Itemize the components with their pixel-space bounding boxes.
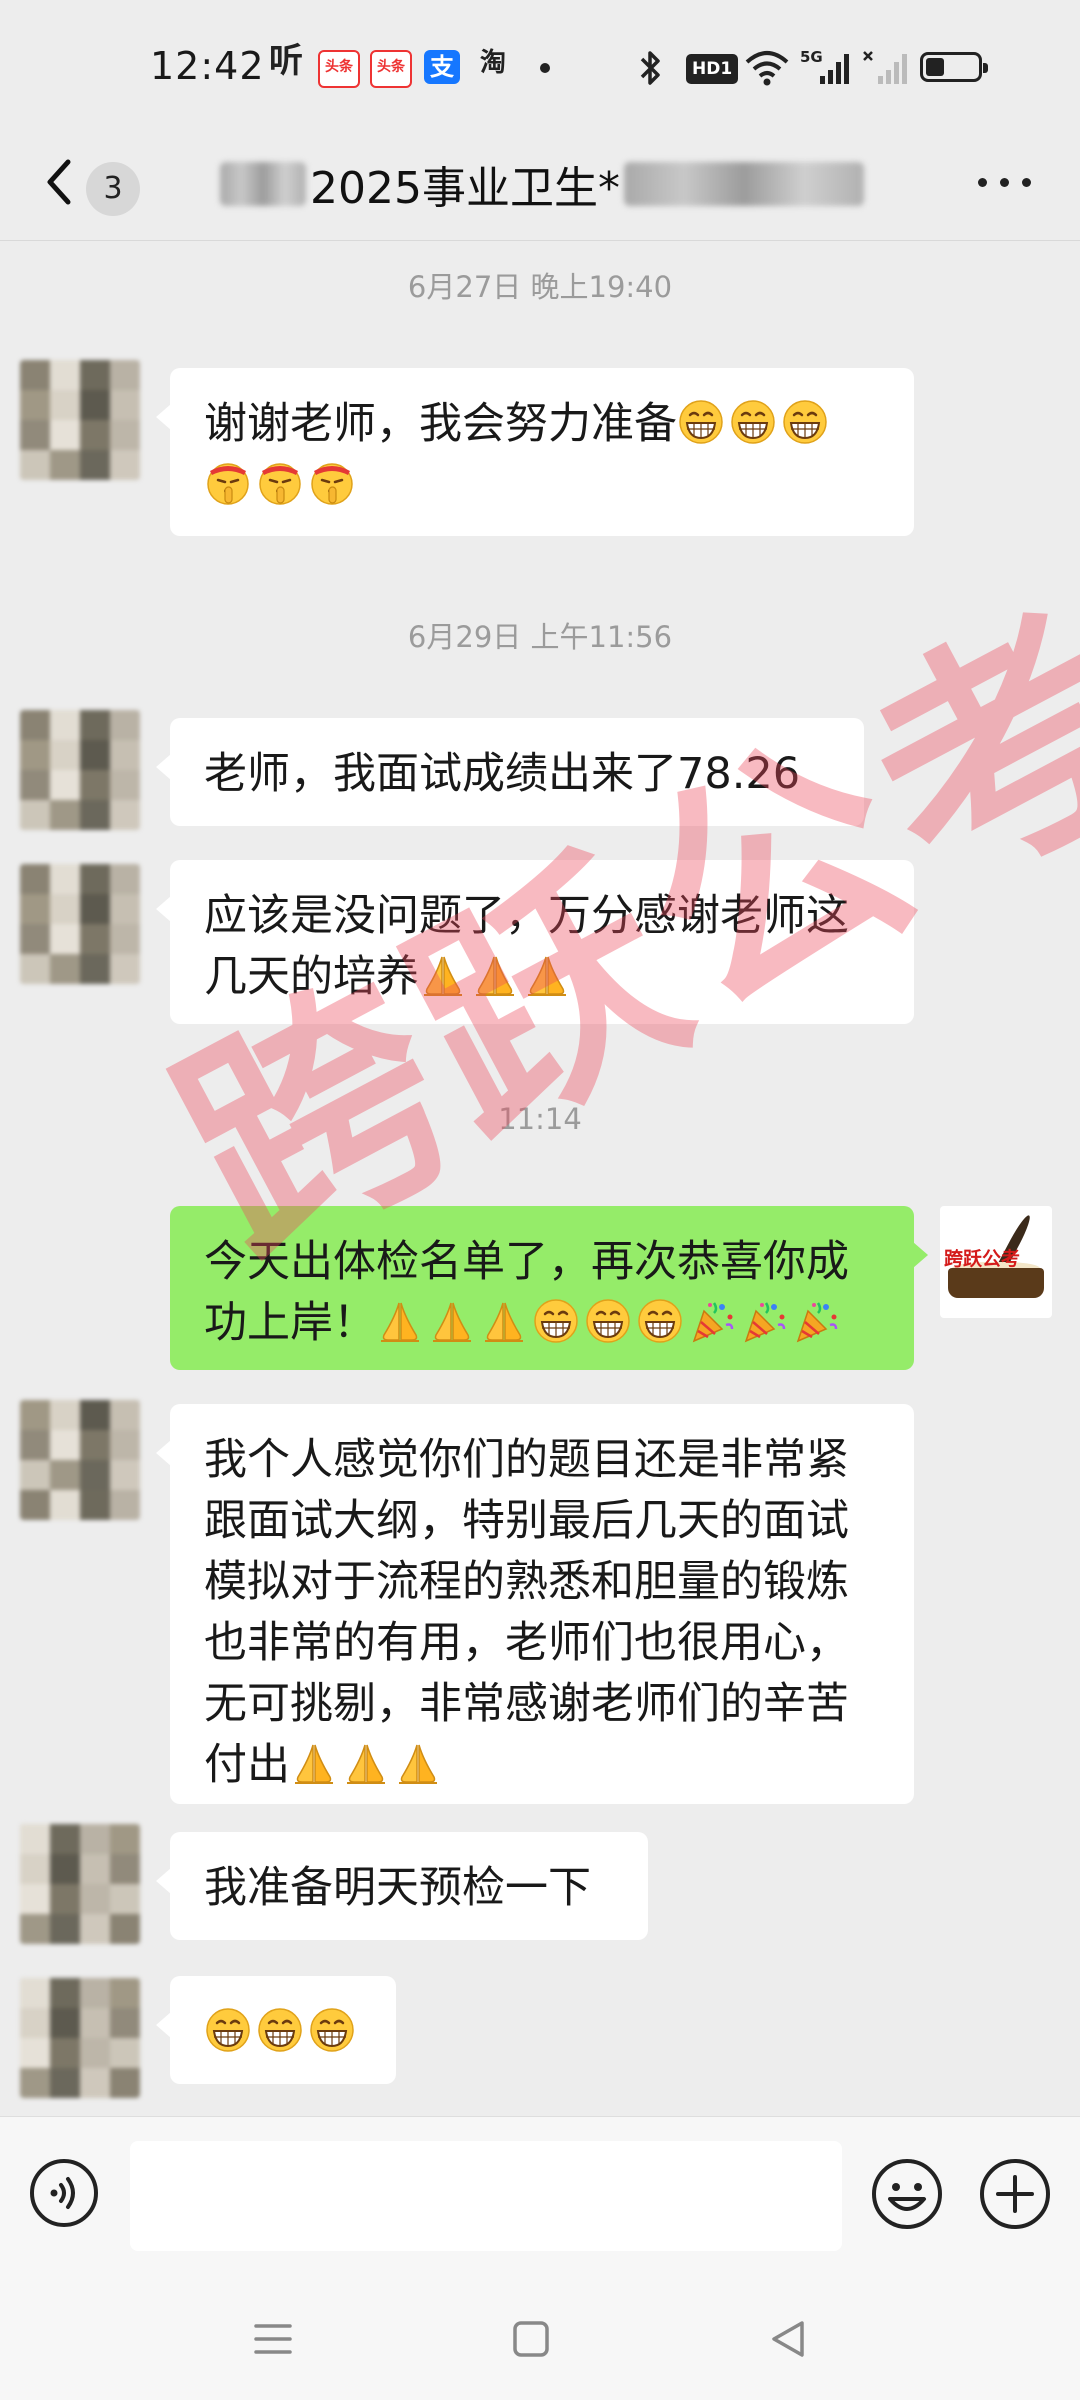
contact-avatar[interactable] (20, 710, 140, 830)
emoji-row (419, 952, 575, 1002)
contact-avatar[interactable] (20, 360, 140, 480)
chat-title: 2025事业卫生* (310, 163, 620, 214)
grin-emoji-icon (204, 2006, 252, 2054)
emoji-row (204, 2007, 360, 2057)
contact-avatar[interactable] (20, 1824, 140, 1944)
app-ting-icon: 听 (269, 41, 303, 81)
pray-emoji-icon (428, 1297, 476, 1345)
app-toutiao-icon: 头条 (318, 50, 360, 88)
system-navigation-bar (0, 2276, 1080, 2400)
contact-avatar[interactable] (20, 864, 140, 984)
message-bubble[interactable] (156, 1976, 396, 2084)
message-bubble[interactable]: 谢谢老师，我会努力准备 (156, 368, 914, 536)
wifi-icon (745, 51, 789, 86)
pray-emoji-icon (471, 951, 519, 999)
voice-input-icon[interactable] (28, 2157, 100, 2229)
status-time: 12:42 (150, 44, 265, 88)
emoji-row (290, 1740, 446, 1790)
svg-text:5G: 5G (800, 48, 823, 66)
recent-apps-menu-icon[interactable] (248, 2314, 298, 2364)
message-text: 老师，我面试成绩出来了78.26 (204, 749, 801, 799)
my-avatar[interactable]: 跨跃公考 (940, 1206, 1052, 1318)
signal-5g-icon: 5G (800, 48, 849, 84)
pray-emoji-icon (342, 1739, 390, 1787)
blurred-title-suffix (623, 162, 864, 206)
bluetooth-icon (640, 51, 660, 85)
party-emoji-icon (740, 1297, 788, 1345)
shush-emoji-icon (308, 459, 356, 507)
app-alipay-icon: 支 (424, 50, 460, 84)
plus-more-icon[interactable] (978, 2157, 1052, 2231)
grin-emoji-icon (308, 2006, 356, 2054)
signal-no-service-icon (863, 51, 907, 84)
grin-emoji-icon (636, 1297, 684, 1345)
hd-voice-icon: HD1 (686, 54, 739, 84)
pray-emoji-icon (376, 1297, 424, 1345)
battery-icon (920, 52, 988, 82)
app-toutiao-icon: 头条 (370, 50, 412, 88)
chat-title-area[interactable]: 2025事业卫生* (220, 152, 864, 216)
chat-message-list[interactable]: 6月27日 晚上19:40 谢谢老师，我会努力准备 6月29日 上午11:56 … (0, 240, 1080, 2116)
message-bubble[interactable]: 我个人感觉你们的题目还是非常紧跟面试大纲，特别最后几天的面试模拟对于流程的熟悉和… (156, 1404, 914, 1804)
back-arrow-icon[interactable] (36, 152, 86, 212)
message-bubble[interactable]: 我准备明天预检一下 (156, 1832, 648, 1940)
back-triangle-icon[interactable] (764, 2314, 814, 2364)
input-bar (0, 2116, 1080, 2277)
unread-count-badge[interactable]: 3 (86, 162, 140, 216)
shush-emoji-icon (256, 459, 304, 507)
status-bar: 12:42 听 头条 头条 支 淘 HD1 5G (0, 0, 1080, 130)
message-bubble[interactable]: 应该是没问题了，万分感谢老师这几天的培养 (156, 860, 914, 1024)
pray-emoji-icon (290, 1739, 338, 1787)
party-emoji-icon (688, 1297, 736, 1345)
pray-emoji-icon (419, 951, 467, 999)
emoji-row (376, 1298, 844, 1348)
contact-avatar[interactable] (20, 1400, 140, 1520)
message-text: 我个人感觉你们的题目还是非常紧跟面试大纲，特别最后几天的面试模拟对于流程的熟悉和… (204, 1435, 849, 1790)
app-taobao-icon: 淘 (479, 48, 506, 78)
message-timestamp: 6月29日 上午11:56 (407, 620, 673, 654)
grin-emoji-icon (729, 398, 777, 446)
my-avatar-logo-text: 跨跃公考 (944, 1248, 1021, 1270)
shush-emoji-icon (204, 459, 252, 507)
chat-header: 3 2025事业卫生* (0, 130, 1080, 241)
message-input[interactable] (130, 2141, 842, 2251)
grin-emoji-icon (677, 398, 725, 446)
contact-avatar[interactable] (20, 1978, 140, 2098)
pray-emoji-icon (523, 951, 571, 999)
pray-emoji-icon (480, 1297, 528, 1345)
grin-emoji-icon (532, 1297, 580, 1345)
more-notifications-dot-icon (540, 63, 550, 73)
home-square-icon[interactable] (506, 2314, 556, 2364)
message-timestamp: 11:14 (498, 1102, 582, 1136)
pray-emoji-icon (394, 1739, 442, 1787)
emoji-picker-icon[interactable] (870, 2157, 944, 2231)
grin-emoji-icon (781, 398, 829, 446)
message-timestamp: 6月27日 晚上19:40 (407, 270, 673, 304)
blurred-title-prefix (220, 162, 306, 206)
message-text: 我准备明天预检一下 (204, 1863, 591, 1913)
grin-emoji-icon (584, 1297, 632, 1345)
message-text: 谢谢老师，我会努力准备 (204, 399, 677, 449)
grin-emoji-icon (256, 2006, 304, 2054)
more-options-icon[interactable] (978, 170, 1034, 194)
message-bubble[interactable]: 老师，我面试成绩出来了78.26 (156, 718, 864, 826)
my-message-bubble[interactable]: 今天出体检名单了，再次恭喜你成功上岸！ (170, 1206, 928, 1370)
party-emoji-icon (792, 1297, 840, 1345)
